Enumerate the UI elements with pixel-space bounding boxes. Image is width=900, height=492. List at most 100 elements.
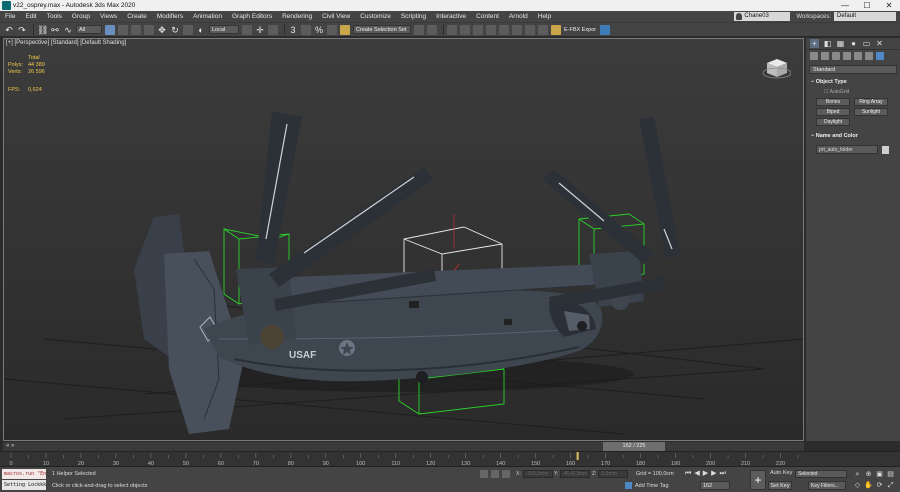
space-warps-icon[interactable]: [865, 52, 873, 60]
curve-editor-icon[interactable]: [486, 24, 496, 35]
absolute-mode-icon[interactable]: [502, 470, 510, 478]
listener-output-line[interactable]: macros.run "En: [2, 469, 46, 479]
rotate-icon[interactable]: ↻: [170, 25, 180, 35]
motion-tab-icon[interactable]: ●: [849, 39, 858, 48]
bind-space-warp-icon[interactable]: ∿: [63, 25, 73, 35]
rendered-frame-window-icon[interactable]: [538, 24, 548, 35]
field-of-view-icon[interactable]: ◇: [852, 481, 863, 490]
select-by-name-icon[interactable]: [118, 24, 128, 35]
selection-filter-dropdown[interactable]: All: [76, 25, 102, 34]
layer-explorer-icon[interactable]: [460, 24, 470, 35]
maxscript-mini-listener[interactable]: macros.run "En Setting Lockkk: [2, 469, 46, 491]
viewport-label-menu[interactable]: [+] [Perspective] [Standard] [Default Sh…: [6, 40, 126, 46]
autogrid-checkbox[interactable]: AutoGrid: [824, 89, 900, 95]
spinner-snap-icon[interactable]: [327, 24, 337, 35]
isolate-icon[interactable]: [480, 470, 488, 478]
z-field[interactable]: 0,0mm: [598, 470, 629, 478]
daylight-button[interactable]: Daylight: [816, 118, 850, 126]
cameras-icon[interactable]: [843, 52, 851, 60]
set-keys-icon[interactable]: +: [750, 470, 766, 490]
object-type-rollout[interactable]: Object Type: [809, 78, 897, 87]
select-object-icon[interactable]: [105, 24, 115, 35]
time-slider[interactable]: « » 162 / 225: [3, 442, 804, 451]
mirror-icon[interactable]: [414, 24, 424, 35]
user-account-dropdown[interactable]: Chane03: [734, 12, 791, 21]
play-icon[interactable]: ▶: [703, 470, 708, 478]
shapes-icon[interactable]: [821, 52, 829, 60]
add-time-tag[interactable]: Add Time Tag: [625, 482, 669, 489]
orbit-icon[interactable]: ⟳: [874, 481, 885, 490]
move-icon[interactable]: ✥: [157, 25, 167, 35]
scene-explorer-icon[interactable]: [447, 24, 457, 35]
render-setup-icon[interactable]: [525, 24, 535, 35]
object-color-swatch[interactable]: [882, 145, 889, 154]
zoom-extents-icon[interactable]: ▣: [874, 470, 885, 479]
pivot-point-icon[interactable]: [242, 24, 252, 35]
menu-edit[interactable]: Edit: [20, 11, 41, 22]
zoom-all-icon[interactable]: ⊕: [863, 470, 874, 479]
angle-snap-icon[interactable]: [301, 24, 311, 35]
menu-arnold[interactable]: Arnold: [504, 11, 533, 22]
menu-animation[interactable]: Animation: [188, 11, 227, 22]
y-field[interactable]: 46,413mm: [560, 470, 591, 478]
material-editor-icon[interactable]: [512, 24, 522, 35]
redo-icon[interactable]: ↷: [17, 25, 27, 35]
menu-customize[interactable]: Customize: [355, 11, 396, 22]
maximize-viewport-icon[interactable]: ⤢: [885, 481, 896, 490]
biped-button[interactable]: Biped: [816, 108, 850, 116]
helpers-icon[interactable]: [854, 52, 862, 60]
named-selection-dropdown[interactable]: Create Selection Set: [353, 25, 411, 34]
time-slider-arrows[interactable]: « »: [6, 442, 14, 451]
lock-selection-icon[interactable]: [491, 470, 499, 478]
select-manipulate-icon[interactable]: ✛: [255, 25, 265, 35]
menu-rendering[interactable]: Rendering: [277, 11, 317, 22]
systems-icon[interactable]: [876, 52, 884, 60]
menu-scripting[interactable]: Scripting: [396, 11, 431, 22]
render-production-icon[interactable]: [551, 24, 561, 35]
close-button[interactable]: ✕: [878, 0, 900, 11]
current-frame-field[interactable]: 162: [700, 481, 730, 490]
extra-tool-icon[interactable]: [600, 24, 611, 35]
edit-named-selection-icon[interactable]: [340, 24, 350, 35]
undo-icon[interactable]: ↶: [4, 25, 14, 35]
window-crossing-icon[interactable]: [144, 24, 154, 35]
go-to-start-icon[interactable]: ⏮: [685, 470, 691, 478]
name-and-color-rollout[interactable]: Name and Color: [809, 132, 897, 141]
category-dropdown[interactable]: Standard: [809, 65, 897, 74]
x-field[interactable]: -218,0mm: [522, 470, 553, 478]
display-tab-icon[interactable]: ▭: [862, 39, 871, 48]
menu-views[interactable]: Views: [95, 11, 122, 22]
time-slider-handle[interactable]: 162 / 225: [603, 442, 665, 451]
key-filters-button[interactable]: Key Filters...: [808, 481, 846, 490]
scale-icon[interactable]: [183, 24, 193, 35]
geometry-icon[interactable]: [810, 52, 818, 60]
menu-civil-view[interactable]: Civil View: [317, 11, 355, 22]
object-name-field[interactable]: prt_auto_folder: [816, 145, 878, 154]
hierarchy-tab-icon[interactable]: ▦: [836, 39, 845, 48]
ring-array-button[interactable]: Ring Array: [854, 98, 888, 106]
bones-button[interactable]: Bones: [816, 98, 850, 106]
modify-tab-icon[interactable]: ◧: [823, 39, 832, 48]
pan-icon[interactable]: ✋: [863, 481, 874, 490]
listener-input-line[interactable]: Setting Lockkk: [2, 480, 46, 490]
sunlight-button[interactable]: Sunlight: [854, 108, 888, 116]
viewcube-icon[interactable]: [761, 53, 791, 83]
menu-group[interactable]: Group: [67, 11, 95, 22]
menu-tools[interactable]: Tools: [42, 11, 67, 22]
menu-graph-editors[interactable]: Graph Editors: [227, 11, 277, 22]
next-frame-icon[interactable]: ▶: [711, 470, 716, 478]
menu-create[interactable]: Create: [122, 11, 152, 22]
menu-file[interactable]: File: [0, 11, 20, 22]
utilities-tab-icon[interactable]: ✕: [875, 39, 884, 48]
set-key-button[interactable]: Set Key: [768, 481, 792, 490]
workspace-dropdown[interactable]: Default: [834, 12, 896, 21]
menu-modifiers[interactable]: Modifiers: [152, 11, 188, 22]
link-icon[interactable]: ⛓: [37, 25, 48, 35]
maximize-button[interactable]: ☐: [856, 0, 878, 11]
menu-help[interactable]: Help: [533, 11, 556, 22]
perspective-viewport[interactable]: USAF [+] [Perspective] [Standard] [Defau…: [3, 38, 804, 441]
zoom-icon[interactable]: ⌕: [852, 470, 863, 479]
rectangle-selection-icon[interactable]: [131, 24, 141, 35]
keyboard-shortcut-override-icon[interactable]: [268, 24, 278, 35]
menu-interactive[interactable]: Interactive: [431, 11, 471, 22]
